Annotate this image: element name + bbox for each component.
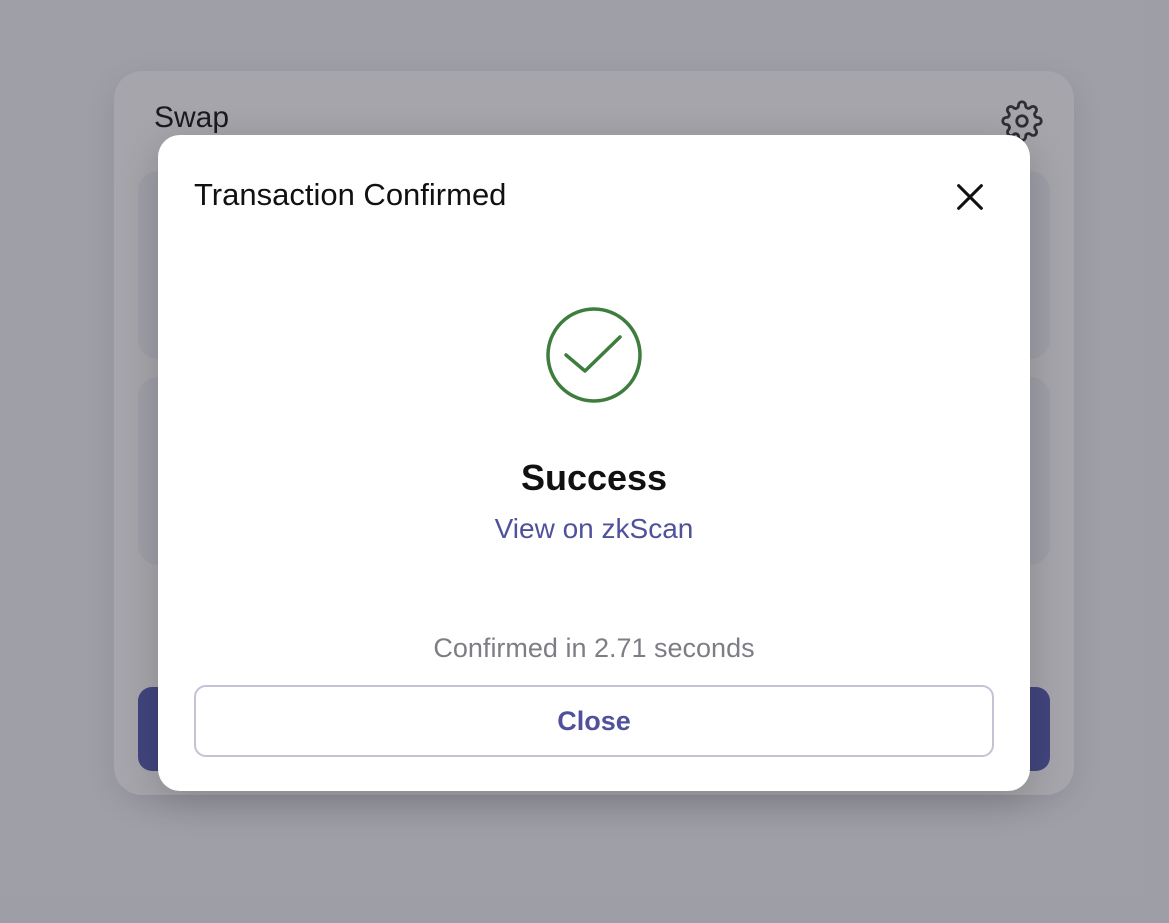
view-on-explorer-link[interactable]: View on zkScan	[158, 513, 1030, 545]
close-icon	[957, 184, 983, 210]
modal-title: Transaction Confirmed	[194, 177, 507, 212]
close-button[interactable]: Close	[194, 685, 994, 757]
transaction-confirmed-modal: Transaction Confirmed Success View on zk…	[158, 135, 1030, 791]
modal-close-button[interactable]	[946, 173, 994, 221]
confirmation-time-text: Confirmed in 2.71 seconds	[433, 633, 755, 663]
check-circle-icon	[546, 307, 642, 403]
status-heading: Success	[520, 457, 668, 498]
